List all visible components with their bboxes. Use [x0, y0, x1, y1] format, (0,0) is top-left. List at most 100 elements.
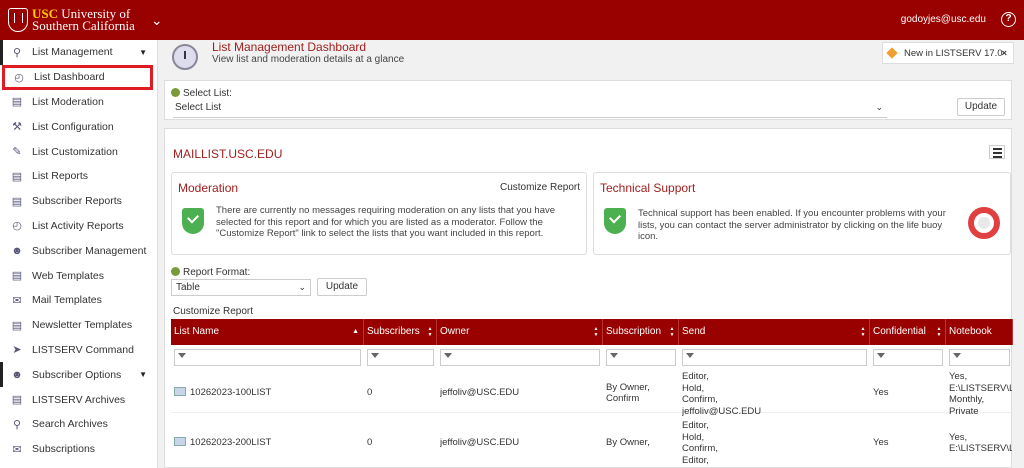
menu-icon[interactable]: [989, 145, 1005, 159]
sort-icon[interactable]: ▲: [352, 319, 359, 345]
update-button[interactable]: Update: [957, 98, 1005, 116]
info-diamond-icon: [886, 47, 898, 59]
wrench-icon: ⚒: [12, 121, 22, 134]
sidebar-item-search-archives[interactable]: ⚲ Search Archives: [0, 412, 157, 437]
subscriber-report-icon: ▤: [11, 195, 23, 208]
column-filter-input[interactable]: [367, 349, 434, 366]
chevron-down-icon: ⌄: [875, 102, 883, 112]
report-format-dropdown[interactable]: Table ⌄: [171, 279, 311, 296]
cell-send: Editor, Hold, Confirm, Editor,: [682, 420, 869, 466]
column-header-label: Send: [682, 326, 706, 337]
column-header-subscription[interactable]: Subscription ▲▼: [603, 319, 679, 345]
activity-icon: ◴: [12, 220, 22, 233]
technical-support-title: Technical Support: [600, 181, 696, 195]
sidebar-item-label: Mail Templates: [32, 294, 102, 307]
help-dot-icon[interactable]: [171, 267, 180, 276]
sidebar-item-listserv-command[interactable]: ➤ LISTSERV Command: [0, 338, 157, 363]
sort-icon[interactable]: ▲▼: [593, 326, 599, 338]
customize-report-label[interactable]: Customize Report: [173, 306, 253, 317]
sort-icon[interactable]: ▲▼: [427, 326, 433, 338]
sidebar-item-web-templates[interactable]: ▤ Web Templates: [0, 263, 157, 288]
sidebar-item-subscriptions[interactable]: ✉ Subscriptions: [0, 437, 157, 462]
sidebar-item-newsletter-templates[interactable]: ▤ Newsletter Templates: [0, 313, 157, 338]
sidebar-item-listserv-archives[interactable]: ▤ LISTSERV Archives: [0, 387, 157, 412]
column-filter-input[interactable]: [682, 349, 867, 366]
filter-icon: [371, 353, 379, 358]
sidebar-item-list-management[interactable]: ⚲ List Management ▼: [0, 40, 157, 65]
column-filter-input[interactable]: [873, 349, 943, 366]
caret-down-icon[interactable]: ▼: [139, 370, 147, 379]
column-header-subscribers[interactable]: Subscribers ▲▼: [364, 319, 437, 345]
main-content: List Management Dashboard View list and …: [158, 40, 1024, 468]
chevron-down-icon[interactable]: ⌄: [151, 12, 163, 29]
table-header: List Name ▲ Subscribers ▲▼ Owner ▲▼ Subscripti…: [171, 319, 1013, 345]
sidebar-item-label: List Configuration: [32, 120, 114, 133]
help-dot-icon[interactable]: [171, 88, 180, 97]
usc-logo[interactable]: USC University of Southern California: [8, 7, 135, 33]
sidebar-item-list-dashboard[interactable]: ◴ List Dashboard: [2, 64, 153, 90]
cell-text: jeffoliv@USC.EDU: [440, 387, 520, 399]
cell-list-name[interactable]: 10262023-200LIST: [174, 437, 363, 449]
column-header-notebook[interactable]: Notebook: [946, 319, 1013, 345]
column-header-list-name[interactable]: List Name ▲: [171, 319, 364, 345]
column-header-confidential[interactable]: Confidential ▲▼: [870, 319, 946, 345]
customize-report-link[interactable]: Customize Report: [500, 182, 580, 193]
users-icon: ☻: [11, 244, 23, 257]
search-icon: ⚲: [12, 418, 22, 431]
select-list-dropdown[interactable]: Select List ⌄: [173, 102, 887, 118]
cell-confidential: Yes: [873, 437, 945, 449]
cell-subscribers: 0: [367, 437, 436, 449]
sidebar-item-label: List Activity Reports: [32, 219, 124, 232]
user-email[interactable]: godoyjes@usc.edu: [901, 14, 986, 25]
cell-text: Yes: [873, 387, 889, 399]
sidebar-item-label: List Management: [32, 46, 113, 59]
cell-text: Yes: [873, 437, 889, 449]
column-header-owner[interactable]: Owner ▲▼: [437, 319, 603, 345]
logo-line2: Southern California: [32, 18, 135, 33]
sidebar: ⚲ List Management ▼ ◴ List Dashboard ▤ List Mo…: [0, 40, 158, 468]
moderation-title: Moderation: [178, 181, 239, 195]
dashboard-header: List Management Dashboard View list and …: [164, 40, 1024, 74]
new-in-banner[interactable]: New in LISTSERV 17.0 ×: [882, 42, 1014, 64]
sidebar-item-list-reports[interactable]: ▤ List Reports: [0, 164, 157, 189]
web-template-icon: ▤: [11, 270, 23, 283]
column-filter-input[interactable]: [606, 349, 676, 366]
column-filter-input[interactable]: [440, 349, 600, 366]
sidebar-item-list-moderation[interactable]: ▤ List Moderation: [0, 90, 157, 115]
close-icon[interactable]: ×: [1001, 48, 1007, 59]
dashboard-clock-icon: [172, 44, 198, 70]
column-header-label: Confidential: [873, 326, 926, 337]
list-name-title: MAILLIST.USC.EDU: [173, 147, 283, 161]
shield-check-icon: [604, 208, 626, 234]
column-filter-input[interactable]: [174, 349, 361, 366]
filter-icon: [610, 353, 618, 358]
sidebar-item-subscriber-options[interactable]: ☻ Subscriber Options ▼: [0, 362, 157, 388]
table-row[interactable]: 10262023-100LIST 0 jeffoliv@USC.EDU By Owne…: [171, 369, 1013, 417]
column-header-send[interactable]: Send ▲▼: [679, 319, 870, 345]
technical-support-text: Technical support has been enabled. If y…: [638, 208, 946, 242]
cell-subscription: By Owner,: [606, 437, 678, 449]
select-list-value: Select List: [175, 102, 222, 113]
cell-list-name[interactable]: 10262023-100LIST: [174, 387, 363, 399]
help-icon[interactable]: ?: [1001, 12, 1016, 27]
sort-icon[interactable]: ▲▼: [860, 326, 866, 338]
filter-row: [171, 345, 1013, 369]
sidebar-item-mail-templates[interactable]: ✉ Mail Templates: [0, 288, 157, 313]
life-buoy-icon[interactable]: [968, 207, 1000, 239]
table-row[interactable]: 10262023-200LIST 0 jeffoliv@USC.EDU By Owne…: [171, 413, 1013, 468]
sidebar-item-label: Newsletter Templates: [32, 319, 133, 332]
sort-icon[interactable]: ▲▼: [669, 326, 675, 338]
sidebar-item-list-customization[interactable]: ✎ List Customization: [0, 139, 157, 164]
cell-subscription: By Owner, Confirm: [606, 382, 678, 405]
sidebar-item-label: Subscriptions: [32, 443, 96, 456]
sidebar-item-list-activity-reports[interactable]: ◴ List Activity Reports: [0, 214, 157, 239]
sidebar-item-list-configuration[interactable]: ⚒ List Configuration: [0, 114, 157, 139]
column-filter-input[interactable]: [949, 349, 1010, 366]
sidebar-item-subscriber-reports[interactable]: ▤ Subscriber Reports: [0, 189, 157, 214]
cell-text: Yes, E:\LISTSERV\L: [949, 431, 1012, 455]
sidebar-item-subscriber-management[interactable]: ☻ Subscriber Management: [0, 238, 157, 263]
sort-icon[interactable]: ▲▼: [936, 326, 942, 338]
report-update-button[interactable]: Update: [317, 278, 367, 296]
newsletter-icon: ▤: [11, 319, 23, 332]
caret-down-icon[interactable]: ▼: [139, 48, 147, 57]
